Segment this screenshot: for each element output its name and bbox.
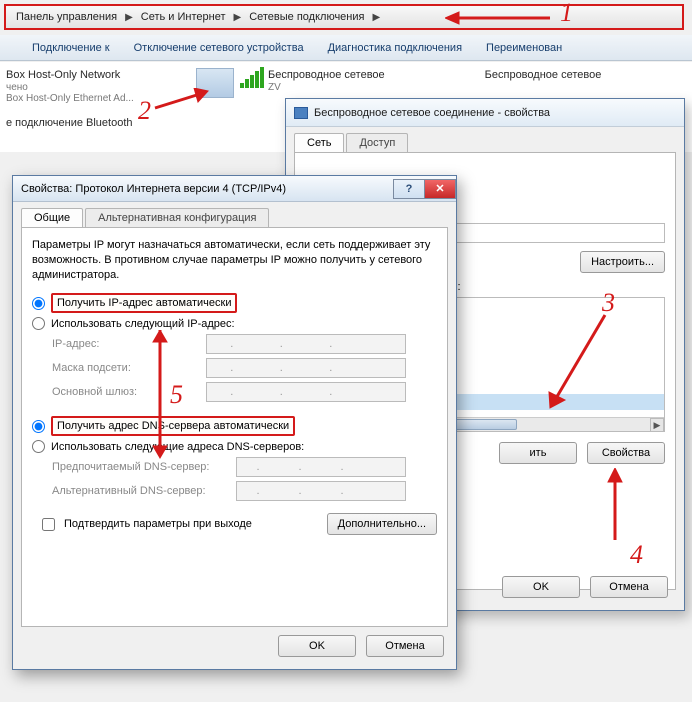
annotation-number: 2 xyxy=(138,96,151,126)
breadcrumb: Панель управления ▶ Сеть и Интернет ▶ Се… xyxy=(4,4,684,30)
dns1-label: Предпочитаемый DNS-сервер: xyxy=(52,461,222,473)
tab-alternate[interactable]: Альтернативная конфигурация xyxy=(85,208,269,227)
install-button[interactable]: ить xyxy=(499,442,577,464)
manual-dns-radio[interactable] xyxy=(32,440,45,453)
toolbar-diagnose[interactable]: Диагностика подключения xyxy=(328,42,462,54)
list-item[interactable]: Беспроводное сетевое xyxy=(268,68,385,82)
annotation-number: 3 xyxy=(602,288,615,318)
tab-network[interactable]: Сеть xyxy=(294,133,344,152)
annotation-arrow-icon xyxy=(605,468,645,548)
list-item[interactable]: Box Host-Only Network xyxy=(6,68,176,82)
dns2-field: ... xyxy=(236,481,406,501)
chevron-right-icon: ▶ xyxy=(372,12,380,23)
breadcrumb-item[interactable]: Сеть и Интернет xyxy=(137,9,230,25)
annotation-arrow-icon xyxy=(545,310,615,410)
auto-ip-label: Получить IP-адрес автоматически xyxy=(51,293,237,313)
toolbar-disable[interactable]: Отключение сетевого устройства xyxy=(134,42,304,54)
window-title: Свойства: Протокол Интернета версии 4 (T… xyxy=(21,183,286,195)
help-button[interactable]: ? xyxy=(393,179,425,199)
chevron-right-icon: ▶ xyxy=(125,12,133,23)
breadcrumb-item[interactable]: Панель управления xyxy=(12,9,121,25)
dns1-field: ... xyxy=(236,457,406,477)
ok-button[interactable]: OK xyxy=(502,576,580,598)
annotation-arrow-icon xyxy=(445,8,555,28)
manual-ip-label: Использовать следующий IP-адрес: xyxy=(51,318,235,330)
toolbar-connect[interactable]: Подключение к xyxy=(32,42,110,54)
close-button[interactable]: ✕ xyxy=(424,179,456,199)
annotation-number: 1 xyxy=(560,0,573,28)
ok-button[interactable]: OK xyxy=(278,635,356,657)
scroll-right-icon[interactable]: ▶ xyxy=(650,418,664,432)
auto-dns-radio[interactable] xyxy=(32,420,45,433)
breadcrumb-item[interactable]: Сетевые подключения xyxy=(245,9,368,25)
monitor-icon xyxy=(294,107,308,119)
advanced-button[interactable]: Дополнительно... xyxy=(327,513,437,535)
confirm-label: Подтвердить параметры при выходе xyxy=(64,518,252,530)
tab-access[interactable]: Доступ xyxy=(346,133,408,152)
manual-ip-radio[interactable] xyxy=(32,317,45,330)
window-title: Беспроводное сетевое соединение - свойст… xyxy=(286,99,684,127)
cancel-button[interactable]: Отмена xyxy=(590,576,668,598)
signal-bars-icon xyxy=(240,68,264,88)
list-sub: ZV xyxy=(268,82,385,93)
ip-field: ... xyxy=(206,334,406,354)
cancel-button[interactable]: Отмена xyxy=(366,635,444,657)
mask-field: ... xyxy=(206,358,406,378)
configure-button[interactable]: Настроить... xyxy=(580,251,665,273)
annotation-number: 5 xyxy=(170,380,183,410)
confirm-checkbox[interactable] xyxy=(42,518,55,531)
annotation-arrow-icon xyxy=(150,88,210,113)
ipv4-properties-window: Свойства: Протокол Интернета версии 4 (T… xyxy=(12,175,457,670)
title-text: Беспроводное сетевое соединение - свойст… xyxy=(314,107,550,119)
chevron-right-icon: ▶ xyxy=(233,12,241,23)
tab-general[interactable]: Общие xyxy=(21,208,83,227)
gateway-field: ... xyxy=(206,382,406,402)
toolbar: Подключение к Отключение сетевого устрой… xyxy=(0,35,692,61)
intro-text: Параметры IP могут назначаться автоматич… xyxy=(32,238,437,283)
auto-ip-radio[interactable] xyxy=(32,297,45,310)
toolbar-rename[interactable]: Переименован xyxy=(486,42,562,54)
properties-button[interactable]: Свойства xyxy=(587,442,665,464)
dns2-label: Альтернативный DNS-сервер: xyxy=(52,485,222,497)
annotation-number: 4 xyxy=(630,540,643,570)
